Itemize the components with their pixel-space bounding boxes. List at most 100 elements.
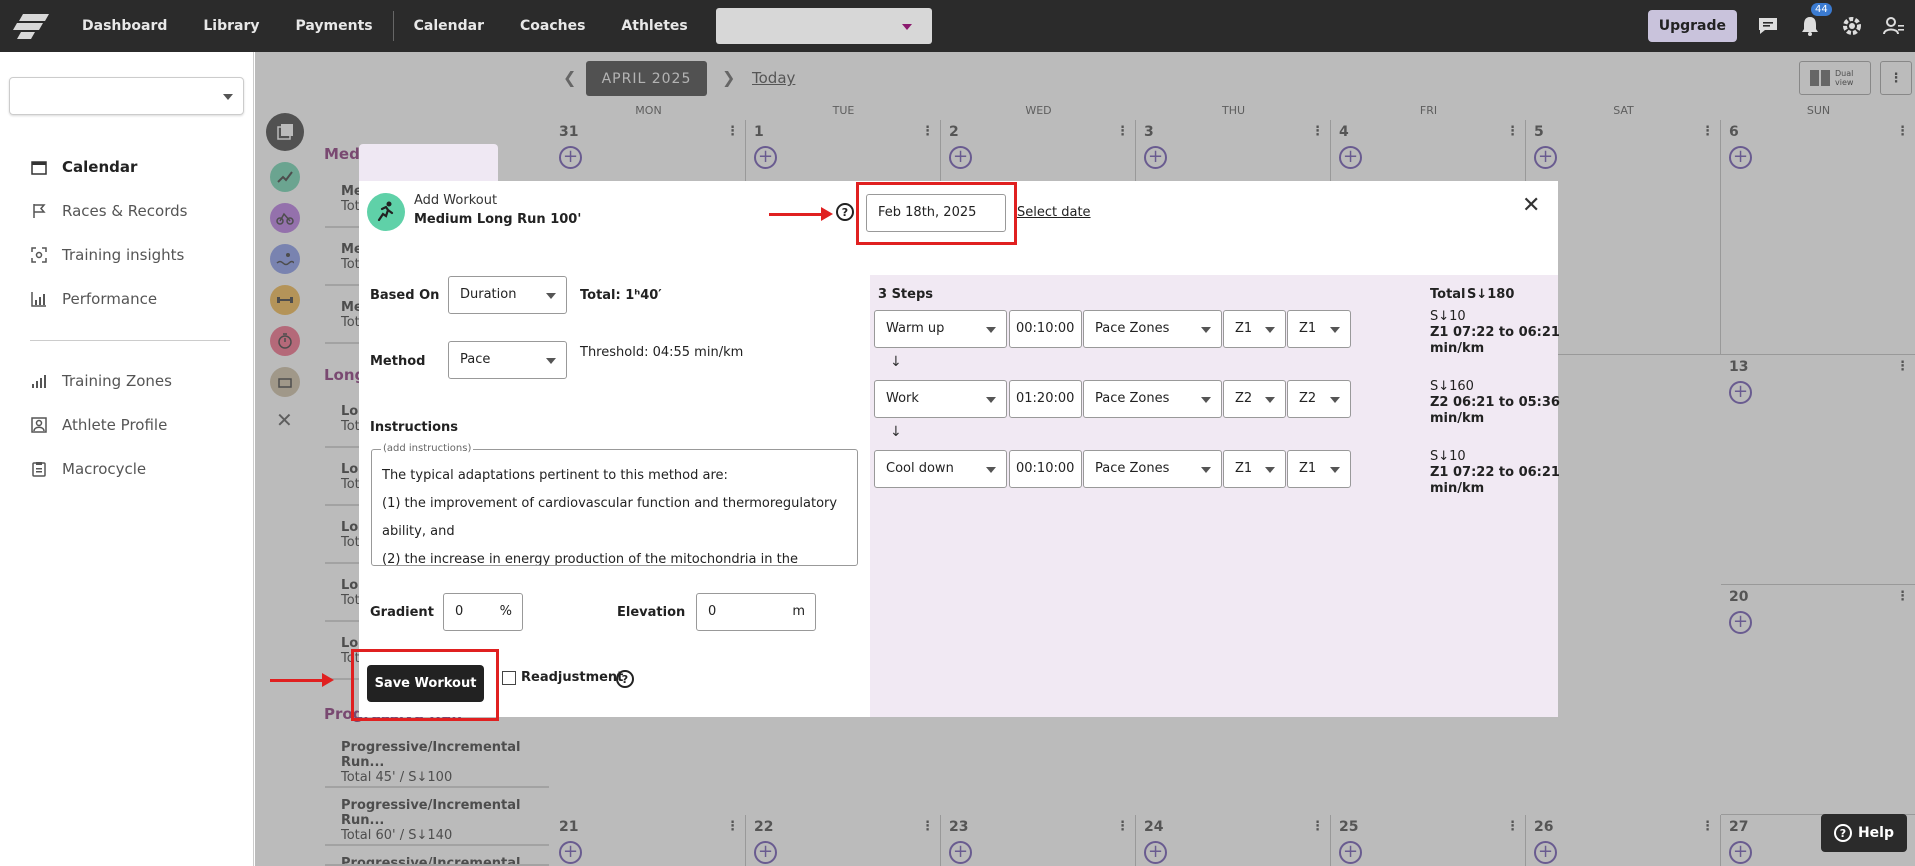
sidebar-item-races[interactable]: Races & Records <box>30 202 187 220</box>
instructions-textarea[interactable]: The typical adaptations pertinent to thi… <box>371 449 858 566</box>
step-type-select[interactable]: Work <box>874 380 1007 418</box>
zone-from-select[interactable]: Z1 <box>1223 310 1286 348</box>
user-settings-icon[interactable] <box>1873 16 1915 36</box>
sidebar-item-label: Athlete Profile <box>62 416 168 434</box>
chevron-down-icon <box>1265 467 1275 473</box>
run-icon <box>367 193 405 231</box>
arrow-annotation <box>769 207 833 221</box>
based-on-select[interactable]: Duration <box>448 276 567 314</box>
nav-library[interactable]: Library <box>185 18 277 34</box>
step-duration-input[interactable]: 01:20:00 <box>1009 380 1082 418</box>
sidebar-item-calendar[interactable]: Calendar <box>30 158 137 176</box>
nav-dashboard[interactable]: Dashboard <box>64 18 185 34</box>
chevron-down-icon <box>223 94 233 100</box>
arrow-down-icon: ↓ <box>890 424 902 440</box>
close-icon[interactable]: ✕ <box>1522 193 1540 218</box>
zone-type-select[interactable]: Pace Zones <box>1083 450 1222 488</box>
modal-subtitle: Add Workout <box>414 193 498 208</box>
input-value: 0 <box>708 604 717 619</box>
nav-divider <box>392 11 394 41</box>
arrow-annotation <box>270 673 334 687</box>
threshold-text: Threshold: 04:55 min/km <box>580 345 744 360</box>
elevation-label: Elevation <box>617 605 686 620</box>
bell-icon[interactable]: 44 <box>1789 3 1832 37</box>
instructions-label: Instructions <box>370 420 459 435</box>
chat-icon[interactable] <box>1747 16 1789 36</box>
gradient-input[interactable]: 0% <box>443 593 523 631</box>
zone-to-select[interactable]: Z1 <box>1287 450 1351 488</box>
sidebar-item-label: Races & Records <box>62 202 188 220</box>
total-duration: Total: 1ʰ40′ <box>580 288 662 303</box>
step-range: Z2 06:21 to 05:36 <box>1430 395 1560 410</box>
chevron-down-icon <box>1201 467 1211 473</box>
input-value: 00:10:00 <box>1016 321 1075 336</box>
help-icon[interactable]: ? <box>616 670 634 688</box>
help-button[interactable]: ? Help <box>1821 814 1907 852</box>
step-duration-input[interactable]: 00:10:00 <box>1009 310 1082 348</box>
elevation-input[interactable]: 0m <box>696 593 816 631</box>
nav-payments[interactable]: Payments <box>278 18 391 34</box>
sidebar-select[interactable] <box>9 77 244 115</box>
sidebar-divider <box>30 340 230 341</box>
select-value: Duration <box>460 287 517 302</box>
sidebar-item-training-insights[interactable]: Training insights <box>30 246 184 264</box>
zone-type-select[interactable]: Pace Zones <box>1083 380 1222 418</box>
sidebar-item-label: Macrocycle <box>62 460 147 478</box>
sidebar-item-label: Training insights <box>62 246 185 264</box>
instructions-placeholder: (add instructions) <box>381 443 474 454</box>
chevron-down-icon <box>1330 467 1340 473</box>
nav-coaches[interactable]: Coaches <box>502 18 603 34</box>
total-load-label: Total <box>1430 287 1466 302</box>
select-date-link[interactable]: Select date <box>1017 205 1091 220</box>
select-value: Z2 <box>1299 391 1317 406</box>
app-logo[interactable] <box>0 0 64 52</box>
total-load-value: S↓180 <box>1467 287 1515 302</box>
help-icon[interactable]: ? <box>836 203 854 221</box>
help-label: Help <box>1857 825 1895 841</box>
chevron-down-icon <box>986 467 996 473</box>
method-label: Method <box>370 354 426 369</box>
select-value: Work <box>886 391 919 406</box>
sidebar-item-athlete-profile[interactable]: Athlete Profile <box>30 416 167 434</box>
select-value: Z1 <box>1235 321 1253 336</box>
step-range: Z1 07:22 to 06:21 <box>1430 465 1560 480</box>
instructions-line: (1) the improvement of cardiovascular fu… <box>382 496 838 511</box>
nav-calendar[interactable]: Calendar <box>396 18 502 34</box>
arrow-down-icon: ↓ <box>890 354 902 370</box>
sidebar-item-training-zones[interactable]: Training Zones <box>30 372 172 390</box>
input-value: 01:20:00 <box>1016 391 1075 406</box>
select-value: Z1 <box>1235 461 1253 476</box>
select-value: Pace Zones <box>1095 461 1170 476</box>
select-value: Warm up <box>886 321 945 336</box>
athlete-select[interactable] <box>715 8 932 44</box>
clipboard-icon <box>30 460 48 478</box>
highlight-box <box>856 182 1017 245</box>
sidebar-item-label: Training Zones <box>62 372 172 390</box>
step-type-select[interactable]: Warm up <box>874 310 1007 348</box>
zone-to-select[interactable]: Z2 <box>1287 380 1351 418</box>
zone-type-select[interactable]: Pace Zones <box>1083 310 1222 348</box>
sidebar-item-macrocycle[interactable]: Macrocycle <box>30 460 146 478</box>
chevron-down-icon <box>1201 397 1211 403</box>
calendar-icon <box>30 158 48 176</box>
zone-from-select[interactable]: Z2 <box>1223 380 1286 418</box>
zone-to-select[interactable]: Z1 <box>1287 310 1351 348</box>
select-value: Pace Zones <box>1095 321 1170 336</box>
chevron-down-icon <box>1330 327 1340 333</box>
chevron-down-icon <box>901 24 912 30</box>
method-select[interactable]: Pace <box>448 341 567 379</box>
instructions-line: (2) the increase in energy production of… <box>382 552 798 566</box>
help-icon: ? <box>1833 824 1852 842</box>
step-load: S↓10 <box>1430 449 1466 464</box>
nav-athletes[interactable]: Athletes <box>603 18 705 34</box>
upgrade-button[interactable]: Upgrade <box>1647 10 1737 42</box>
sidebar-item-performance[interactable]: Performance <box>30 290 157 308</box>
readjustment-checkbox[interactable] <box>502 671 516 685</box>
unit-label: % <box>499 604 512 619</box>
step-duration-input[interactable]: 00:10:00 <box>1009 450 1082 488</box>
chevron-down-icon <box>986 327 996 333</box>
gear-icon[interactable] <box>1831 15 1873 37</box>
save-workout-button[interactable]: Save Workout <box>367 665 484 702</box>
zone-from-select[interactable]: Z1 <box>1223 450 1286 488</box>
step-type-select[interactable]: Cool down <box>874 450 1007 488</box>
